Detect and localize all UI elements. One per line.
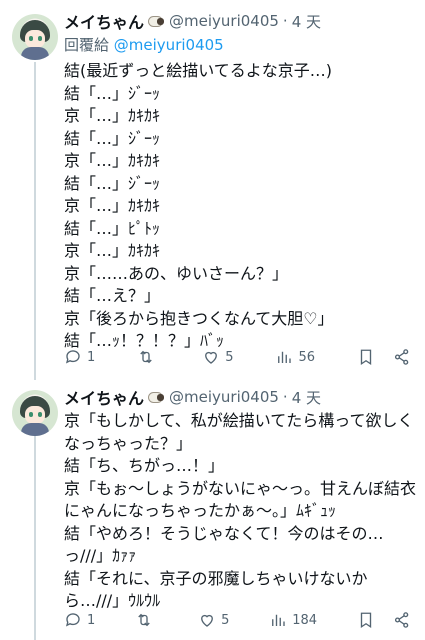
sheep-emoji-icon — [147, 14, 165, 28]
sheep-emoji-icon — [147, 390, 165, 404]
text-line: 結「やめろ！そうじゃなくて！今のはその…っ///」ｶｧｧ — [64, 523, 384, 566]
bookmark-button[interactable] — [357, 611, 375, 629]
repost-arrows-icon — [138, 613, 150, 627]
reply-button[interactable]: 1 — [64, 348, 95, 366]
repost-button[interactable] — [137, 348, 160, 366]
author-handle[interactable]: @meiyuri0405 — [169, 388, 279, 406]
post-time[interactable]: 4 天 — [292, 11, 321, 32]
heart-icon — [205, 351, 218, 364]
bar-chart-icon — [278, 351, 292, 363]
text-line: 結「それに、京子の邪魔しちゃいけないから…///」ｳﾙｳﾙ — [64, 568, 368, 611]
text-line: 京「後ろから抱きつくなんて大胆♡」 — [64, 308, 334, 328]
share-button[interactable] — [393, 348, 411, 366]
post-header: メイちゃん @meiyuri0405 · 4 天 — [64, 10, 415, 32]
text-line: 京「…」ｶｷｶｷ — [64, 151, 161, 170]
like-count: 5 — [221, 612, 230, 628]
text-line: 京「もぉ〜しょうがないにゃ〜っ。甘えんぼ結衣にゃんになっちゃったかぁ〜。」ﾑｷﾞ… — [64, 478, 417, 521]
bar-chart-icon — [272, 614, 285, 626]
text-line: 結「…」ｼﾞｰｯ — [64, 173, 161, 193]
post-text: 結(最近ずっと絵描いてるよな京子…) 結「…」ｼﾞｰｯ 京「…」ｶｷｶｷ 結「…… — [64, 60, 415, 353]
bookmark-button[interactable] — [357, 348, 375, 366]
author-name[interactable]: メイちゃん — [64, 9, 144, 33]
text-line: 結「…」ｼﾞｰｯ — [64, 128, 161, 148]
text-line: 結「…え？」 — [64, 286, 161, 305]
reply-count: 1 — [87, 612, 96, 628]
bookmark-icon — [360, 349, 372, 366]
reply-count: 1 — [87, 349, 96, 365]
text-line: 結「…」ｼﾞｰｯ — [64, 83, 161, 103]
share-button[interactable] — [393, 611, 411, 629]
post-text: 京「もしかして、私が絵描いてたら構って欲しくなっちゃった？」 結「ち、ちがっ…！… — [64, 410, 417, 613]
avatar[interactable] — [12, 14, 58, 60]
post-header: メイちゃん @meiyuri0405 · 4 天 — [64, 386, 415, 408]
reply-to-label: 回覆給 — [64, 36, 110, 54]
like-count: 5 — [225, 349, 234, 365]
text-line: 結(最近ずっと絵描いてるよな京子…) — [64, 61, 333, 80]
views-count: 184 — [292, 612, 318, 628]
text-line: 京「……あの、ゆいさーん？」 — [64, 263, 289, 283]
share-icon — [394, 349, 409, 365]
text-line: 京「…」ｶｷｶｷ — [64, 106, 161, 125]
action-bar: 1 5 56 — [64, 347, 411, 367]
action-bar: 1 5 184 — [64, 610, 411, 630]
post-time[interactable]: 4 天 — [292, 387, 321, 408]
reply-button[interactable]: 1 — [64, 611, 95, 629]
views-button[interactable]: 184 — [269, 611, 317, 629]
text-line: 京「もしかして、私が絵描いてたら構って欲しくなっちゃった？」 — [64, 411, 414, 453]
repost-button[interactable] — [135, 611, 158, 629]
like-button[interactable]: 5 — [202, 348, 234, 366]
speech-bubble-icon — [65, 613, 80, 627]
text-line: 結「…」ﾋﾟﾄｯ — [64, 218, 161, 238]
thread-line — [34, 62, 36, 380]
share-icon — [394, 612, 409, 628]
post[interactable]: メイちゃん @meiyuri0405 · 4 天 京「もしかして、私が絵描いてた… — [0, 380, 425, 640]
heart-icon — [201, 614, 213, 627]
reply-to-handle[interactable]: @meiyuri0405 — [114, 36, 224, 54]
bookmark-icon — [360, 612, 372, 629]
text-line: 京「…」ｶｷｶｷ — [64, 241, 161, 260]
thread-line — [34, 430, 36, 640]
text-line: 京「…」ｶｷｶｷ — [64, 196, 161, 215]
author-name[interactable]: メイちゃん — [64, 385, 144, 409]
repost-arrows-icon — [140, 350, 152, 364]
post[interactable]: メイちゃん @meiyuri0405 · 4 天 回覆給 @meiyuri040… — [0, 0, 425, 380]
reply-to: 回覆給 @meiyuri0405 — [64, 34, 415, 56]
text-line: 結「ち、ちがっ…！」 — [64, 456, 225, 475]
author-handle[interactable]: @meiyuri0405 — [169, 12, 279, 30]
like-button[interactable]: 5 — [198, 611, 229, 629]
views-count: 56 — [298, 349, 316, 365]
speech-bubble-icon — [65, 350, 80, 364]
avatar[interactable] — [12, 390, 58, 436]
views-button[interactable]: 56 — [275, 348, 315, 366]
